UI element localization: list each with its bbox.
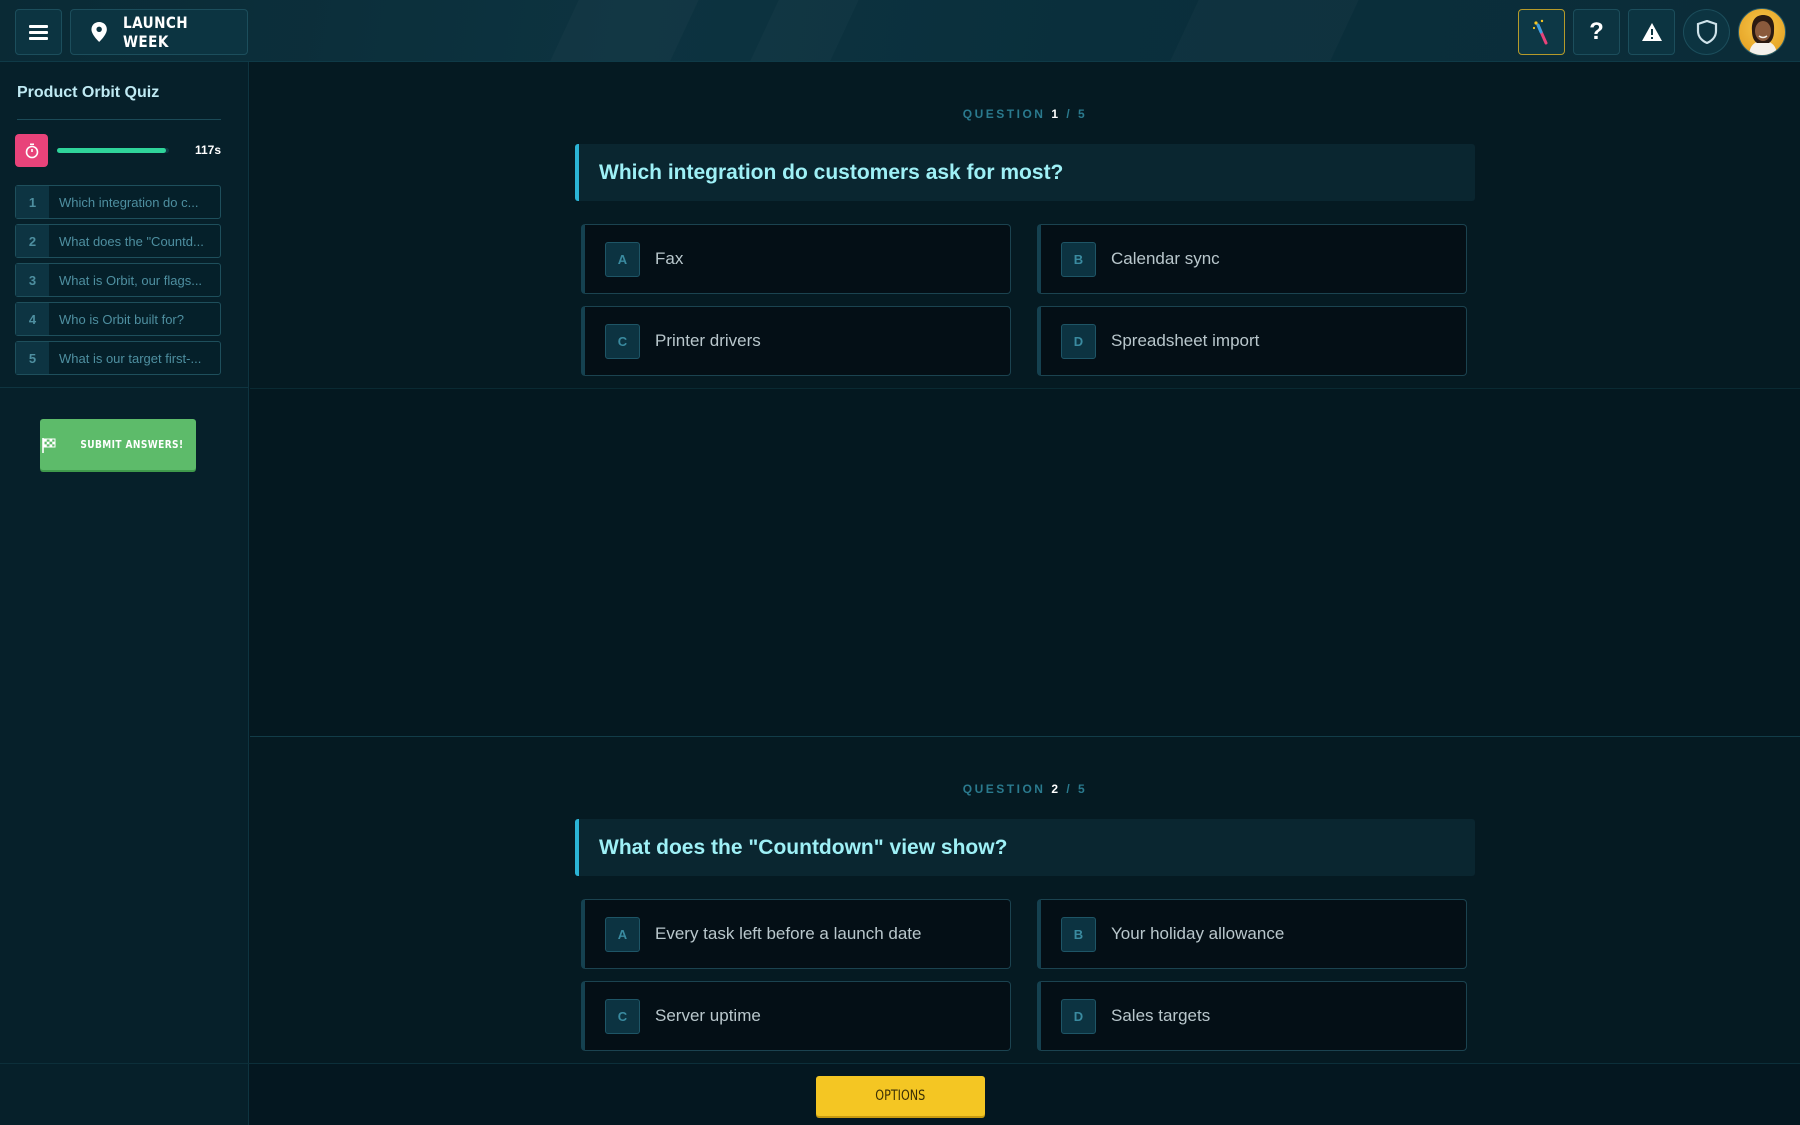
question-nav-text: What is our target first-... — [59, 350, 202, 366]
background-streak — [523, 0, 718, 61]
question-counter-label: QUESTION — [962, 107, 1046, 121]
answer-letter: B — [1061, 916, 1096, 952]
answer-text: Sales targets — [1111, 1006, 1211, 1025]
background-streak — [723, 0, 878, 61]
avatar[interactable] — [1738, 8, 1786, 56]
question-nav-item-2[interactable]: 2 What does the "Countd... — [15, 224, 221, 258]
question-nav-number: 3 — [16, 264, 49, 296]
answer-letter: D — [1061, 323, 1096, 359]
answer-text: Calendar sync — [1111, 249, 1220, 268]
divider — [17, 119, 221, 120]
magic-wand-icon — [1532, 19, 1547, 45]
question-section-2: QUESTION 2 / 5 What does the "Countdown"… — [250, 736, 1800, 1063]
user-avatar-icon — [1749, 15, 1777, 55]
help-button[interactable]: ? — [1573, 9, 1620, 55]
question-nav-item-5[interactable]: 5 What is our target first-... — [15, 341, 221, 375]
question-nav-text: What does the "Countd... — [59, 233, 204, 249]
question-nav-item-3[interactable]: 3 What is Orbit, our flags... — [15, 263, 221, 297]
submit-answers-button[interactable]: SUBMIT ANSWERS! — [40, 419, 196, 470]
question-list: 1 Which integration do c... 2 What does … — [15, 185, 221, 380]
answer-option-d[interactable]: D Sales targets — [1037, 981, 1467, 1051]
question-nav-item-1[interactable]: 1 Which integration do c... — [15, 185, 221, 219]
question-section-1: QUESTION 1 / 5 Which integration do cust… — [250, 62, 1800, 736]
options-label: OPTIONS — [875, 1088, 926, 1104]
submit-answers-label: SUBMIT ANSWERS! — [80, 438, 184, 451]
answer-letter: D — [1061, 998, 1096, 1034]
menu-button[interactable] — [15, 9, 62, 55]
answer-option-a[interactable]: A Every task left before a launch date — [581, 899, 1011, 969]
question-counter: QUESTION 2 / 5 — [250, 782, 1800, 796]
question-nav-number: 4 — [16, 303, 49, 335]
question-counter-total: / 5 — [1066, 782, 1088, 796]
timer-progress-fill — [57, 148, 166, 153]
quiz-title: Product Orbit Quiz — [17, 84, 160, 101]
menu-icon — [29, 22, 48, 43]
answer-option-c[interactable]: C Printer drivers — [581, 306, 1011, 376]
answer-option-a[interactable]: A Fax — [581, 224, 1011, 294]
question-nav-text: Which integration do c... — [59, 194, 199, 210]
answer-letter: C — [605, 323, 640, 359]
options-button[interactable]: OPTIONS — [816, 1076, 985, 1116]
question-counter: QUESTION 1 / 5 — [250, 107, 1800, 121]
bottom-bar-sidebar-area — [0, 1064, 249, 1125]
question-nav-text: Who is Orbit built for? — [59, 311, 184, 327]
question-counter-current: 2 — [1051, 782, 1061, 796]
checkered-flag-icon — [42, 437, 56, 453]
question-title: Which integration do customers ask for m… — [575, 144, 1475, 201]
background-streak — [1143, 0, 1378, 61]
question-nav-item-4[interactable]: 4 Who is Orbit built for? — [15, 302, 221, 336]
answer-letter: C — [605, 998, 640, 1034]
divider — [0, 387, 249, 388]
top-bar: LAUNCH WEEK ? — [0, 0, 1800, 62]
location-button[interactable]: LAUNCH WEEK — [70, 9, 248, 55]
question-counter-label: QUESTION — [962, 782, 1046, 796]
answer-option-b[interactable]: B Calendar sync — [1037, 224, 1467, 294]
sidebar: Product Orbit Quiz 117s 1 Which integrat… — [0, 62, 249, 1063]
answer-option-c[interactable]: C Server uptime — [581, 981, 1011, 1051]
location-label: LAUNCH WEEK — [123, 13, 189, 51]
answer-letter: A — [605, 916, 640, 952]
question-title: What does the "Countdown" view show? — [575, 819, 1475, 876]
question-nav-number: 1 — [16, 186, 49, 218]
shield-icon — [1696, 20, 1717, 44]
magic-wand-button[interactable] — [1518, 9, 1565, 55]
question-counter-total: / 5 — [1066, 107, 1088, 121]
bottom-bar: OPTIONS — [0, 1063, 1800, 1125]
location-pin-icon — [91, 22, 107, 42]
timer-value: 117s — [194, 143, 221, 157]
question-nav-text: What is Orbit, our flags... — [59, 272, 203, 288]
answer-text: Spreadsheet import — [1111, 331, 1260, 350]
shield-button[interactable] — [1683, 9, 1730, 55]
timer-icon — [15, 134, 48, 167]
answer-letter: B — [1061, 241, 1096, 277]
question-counter-current: 1 — [1051, 107, 1061, 121]
answer-option-b[interactable]: B Your holiday allowance — [1037, 899, 1467, 969]
answer-text: Every task left before a launch date — [655, 924, 922, 943]
help-icon: ? — [1589, 18, 1604, 45]
warning-icon — [1641, 23, 1662, 41]
answer-text: Printer drivers — [655, 331, 761, 350]
answer-letter: A — [605, 241, 640, 277]
answer-text: Your holiday allowance — [1111, 924, 1285, 943]
answer-text: Server uptime — [655, 1006, 761, 1025]
question-nav-number: 5 — [16, 342, 49, 374]
timer-progress-bar — [57, 148, 169, 153]
answer-text: Fax — [655, 249, 684, 268]
warning-button[interactable] — [1628, 9, 1675, 55]
answer-option-d[interactable]: D Spreadsheet import — [1037, 306, 1467, 376]
question-nav-number: 2 — [16, 225, 49, 257]
main-content: QUESTION 1 / 5 Which integration do cust… — [250, 62, 1800, 1063]
